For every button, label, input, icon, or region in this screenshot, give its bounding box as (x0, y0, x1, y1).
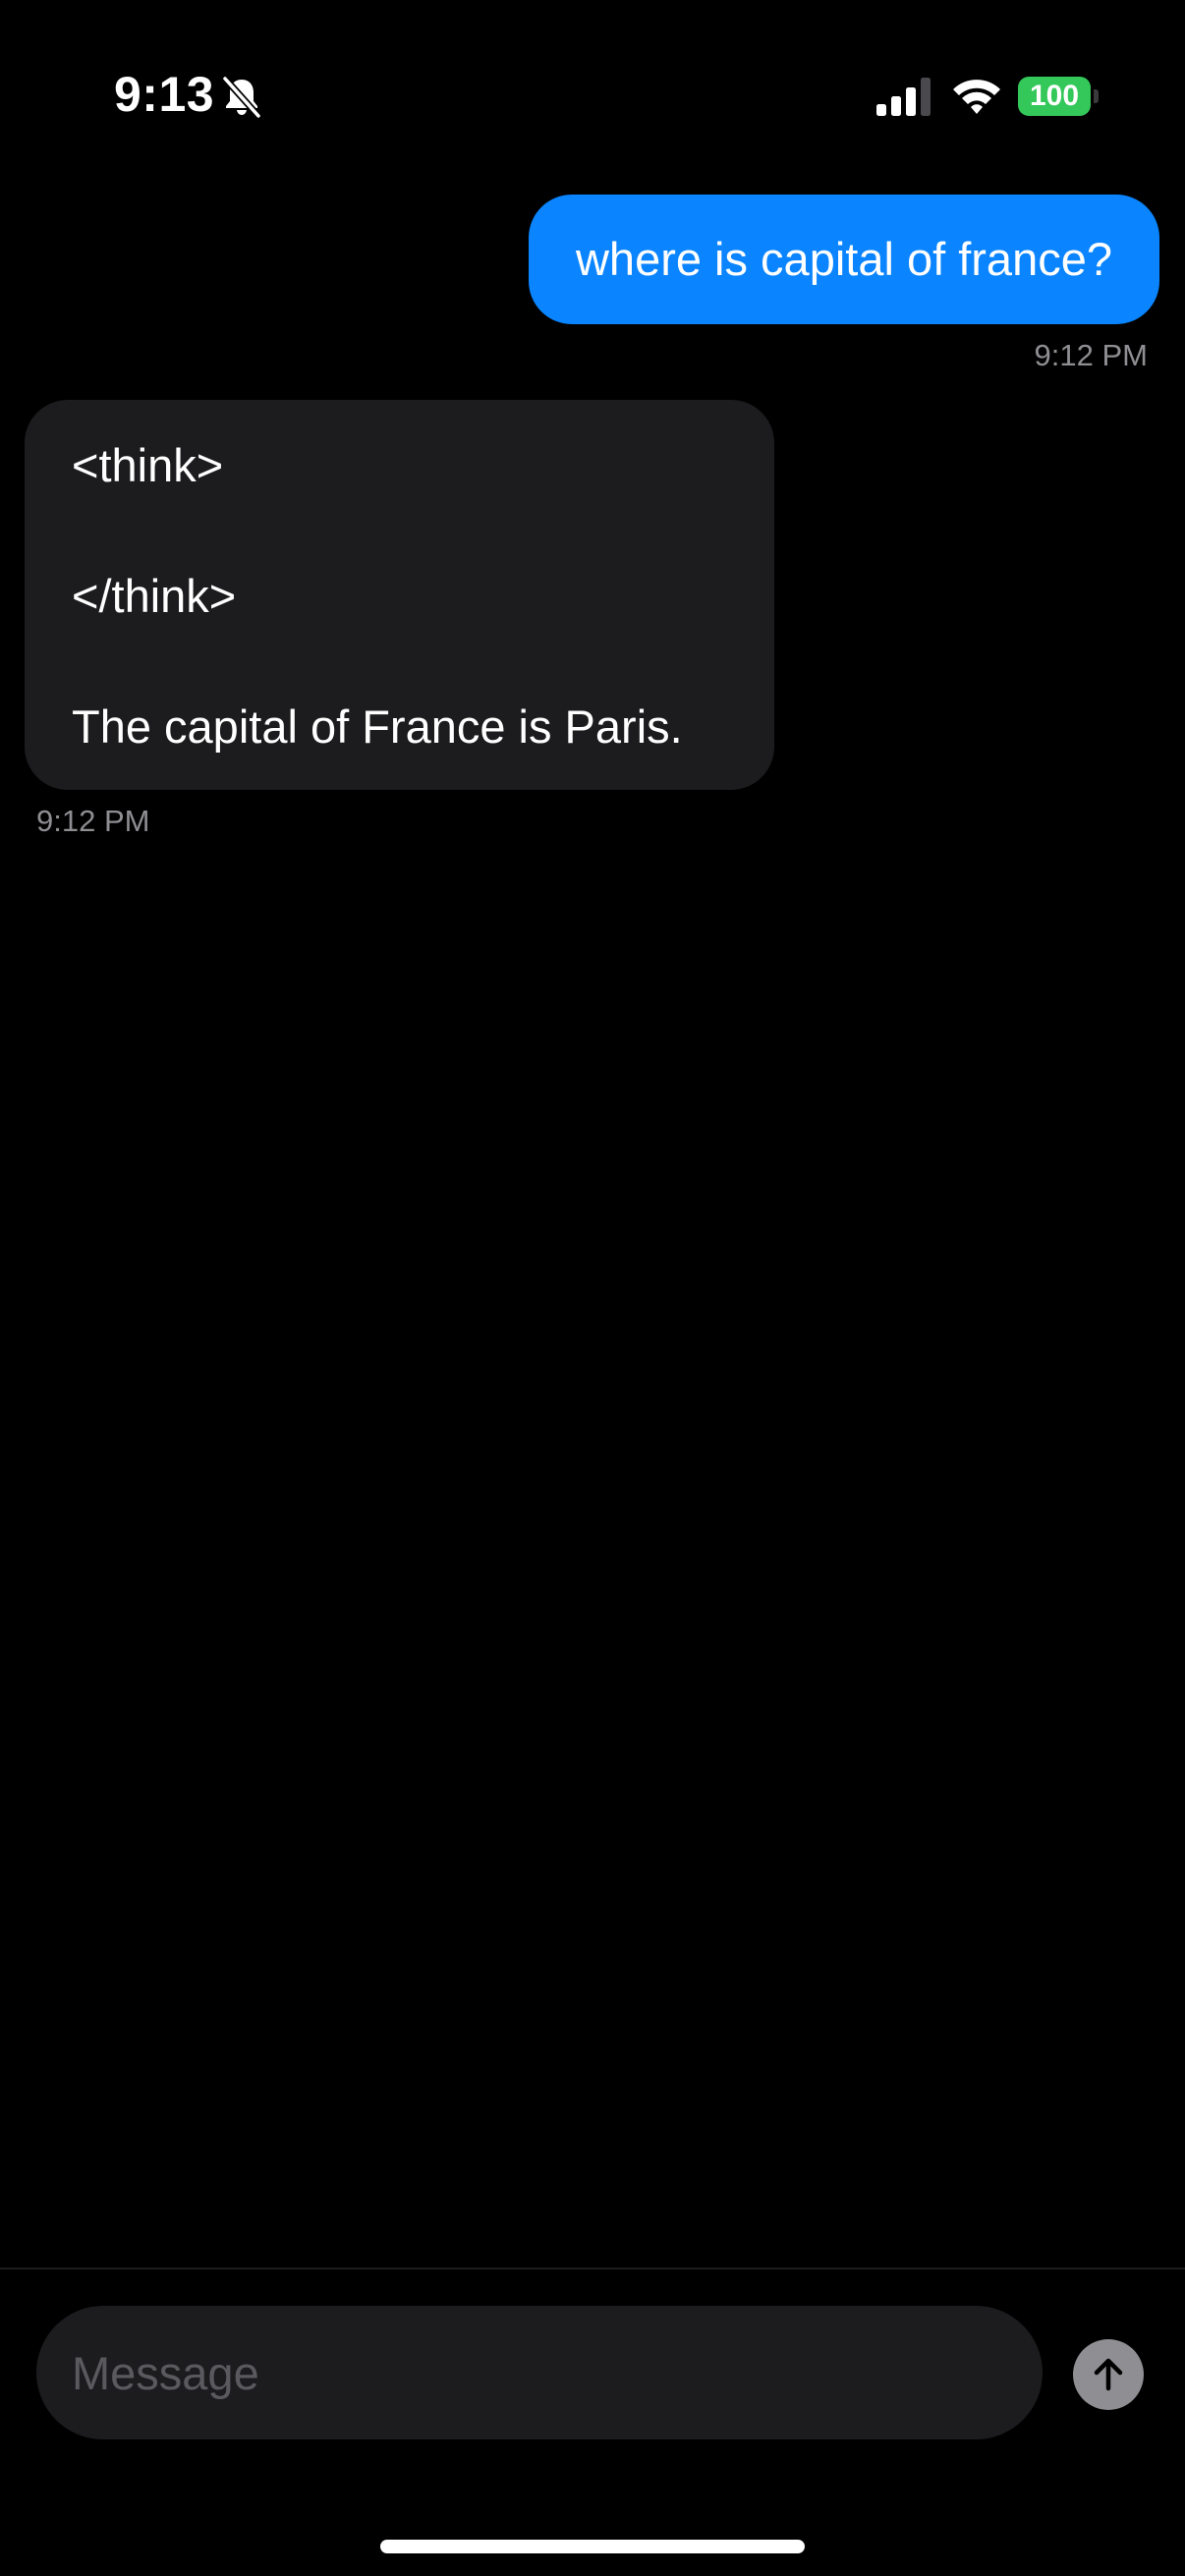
user-message-bubble[interactable]: where is capital of france? (528, 195, 1159, 324)
user-message-timestamp: 9:12 PM (1034, 338, 1148, 372)
chat-area[interactable]: where is capital of france? 9:12 PM <thi… (0, 187, 1185, 2268)
arrow-up-icon (1094, 2358, 1123, 2391)
wifi-icon (953, 80, 1000, 114)
assistant-message-line: The capital of France is Paris. (72, 700, 683, 753)
home-indicator[interactable] (380, 2540, 805, 2553)
assistant-message-timestamp: 9:12 PM (36, 804, 150, 838)
assistant-message-line: </think> (72, 570, 237, 622)
message-input[interactable] (36, 2306, 1043, 2439)
bell-slash-icon (221, 75, 262, 118)
send-button[interactable] (1073, 2339, 1144, 2410)
battery-level: 100 (1029, 80, 1080, 112)
assistant-message-line: <think> (72, 439, 224, 491)
status-bar: 9:13 100 (0, 0, 1185, 187)
user-message-text: where is capital of france? (575, 233, 1112, 285)
composer-bar (0, 2268, 1185, 2576)
battery-icon: 100 (1018, 77, 1099, 116)
assistant-message-bubble[interactable]: <think> </think> The capital of France i… (25, 400, 774, 790)
status-time: 9:13 (114, 67, 215, 122)
cellular-signal-icon (876, 78, 931, 116)
battery-tip (1094, 89, 1099, 103)
